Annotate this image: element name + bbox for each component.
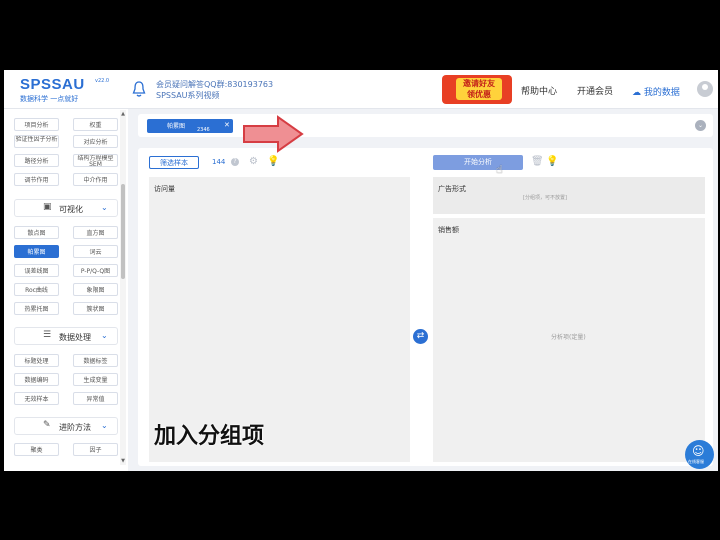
sidebar-item-wordcloud[interactable]: 词云 — [73, 245, 118, 258]
chat-label: 在线客服 — [688, 459, 704, 464]
image-icon: ▣ — [43, 202, 52, 212]
section-label: 可视化 — [59, 205, 83, 214]
pointer-arrow-icon — [243, 115, 304, 153]
sidebar-item-error-bar[interactable]: 误差线图 — [14, 264, 59, 277]
logo[interactable]: SPSSAU v22.0 数据科学 一点就好 — [20, 76, 109, 104]
sidebar-item-item-analysis[interactable]: 项目分析 — [14, 118, 59, 131]
chevron-down-icon: ⌄ — [101, 331, 108, 340]
sidebar-item-histogram[interactable]: 直方图 — [73, 226, 118, 239]
sidebar-item-mediation[interactable]: 中介作用 — [73, 173, 118, 186]
video-series-link[interactable]: SPSSAU系列视频 — [156, 90, 273, 101]
sidebar-item-data-encoding[interactable]: 数据编码 — [14, 373, 59, 386]
analysis-item-drop-zone[interactable]: 销售额 分析项(定量) — [433, 218, 705, 462]
logo-title: SPSSAU — [20, 76, 85, 93]
list-icon: ☰ — [43, 330, 52, 340]
variable-item[interactable]: 访问量 — [154, 184, 175, 194]
qq-group-link[interactable]: 会员疑问解答QQ群:830193763 — [156, 79, 273, 90]
contact-info: 会员疑问解答QQ群:830193763 SPSSAU系列视频 — [156, 79, 273, 101]
section-label: 数据处理 — [59, 333, 91, 342]
paperclip-icon: ✎ — [43, 420, 51, 430]
sidebar-item-factor[interactable]: 因子 — [73, 443, 118, 456]
nav-membership[interactable]: 开通会员 — [577, 84, 613, 97]
filter-sample-button[interactable]: 筛选样本 — [149, 156, 199, 169]
app-window: SPSSAU v22.0 数据科学 一点就好 会员疑问解答QQ群:8301937… — [4, 70, 718, 471]
group-variable[interactable]: 广告形式 — [438, 184, 466, 194]
swap-icon[interactable]: ⇄ — [413, 329, 428, 344]
bell-icon[interactable] — [132, 80, 146, 98]
promo-banner[interactable]: 邀请好友 领优惠 — [442, 75, 512, 104]
sidebar-item-pp-qq[interactable]: P-P/Q-Q图 — [73, 264, 118, 277]
my-data-label: 我的数据 — [643, 88, 680, 98]
chat-icon: ☺ — [692, 444, 705, 458]
analysis-hint: 分析项(定量) — [551, 334, 586, 341]
sidebar: 项目分析 权重 验证性因子分析 对应分析 路径分析 结构方程模型SEM 调节作用… — [4, 109, 128, 471]
sidebar-item-weight[interactable]: 权重 — [73, 118, 118, 131]
trash-icon[interactable]: 🗑 — [531, 156, 544, 167]
sidebar-item-heat-pareto[interactable]: 热累托图 — [14, 302, 59, 315]
sidebar-item-data-label[interactable]: 数据标签 — [73, 354, 118, 367]
sidebar-item-title-processing[interactable]: 标题处理 — [14, 354, 59, 367]
nav-help-center[interactable]: 帮助中心 — [521, 84, 557, 97]
analysis-variable[interactable]: 销售额 — [438, 225, 459, 235]
promo-text: 邀请好友 领优惠 — [456, 78, 502, 100]
scroll-up-icon[interactable]: ▲ — [120, 111, 126, 117]
start-analysis-button[interactable]: 开始分析 — [433, 155, 523, 170]
section-label: 进阶方法 — [59, 423, 91, 432]
section-data-processing[interactable]: ☰ 数据处理 ⌄ — [14, 327, 118, 345]
sidebar-scrollbar[interactable] — [120, 110, 126, 465]
help-icon[interactable]: ? — [231, 158, 239, 166]
sidebar-item-roc[interactable]: Roc曲线 — [14, 283, 59, 296]
sidebar-item-cluster[interactable]: 聚类 — [14, 443, 59, 456]
scrollbar-thumb[interactable] — [121, 184, 125, 279]
sidebar-item-scatter[interactable]: 散点图 — [14, 226, 59, 239]
chevron-down-icon[interactable]: ⌄ — [695, 120, 706, 131]
chevron-down-icon: ⌄ — [101, 203, 108, 212]
sidebar-item-pareto[interactable]: 帕累图 — [14, 245, 59, 258]
promo-line1: 邀请好友 — [463, 79, 495, 88]
section-advanced-methods[interactable]: ✎ 进阶方法 ⌄ — [14, 417, 118, 435]
chevron-down-icon: ⌄ — [101, 421, 108, 430]
tab-bar: 帕累图 2346 ✕ ⌄ — [138, 114, 713, 137]
close-icon[interactable]: ✕ — [224, 121, 230, 129]
sidebar-item-sem[interactable]: 结构方程模型SEM — [73, 154, 118, 167]
sidebar-item-moderation[interactable]: 调节作用 — [14, 173, 59, 186]
settings-icon[interactable]: ⚙ — [249, 156, 258, 167]
section-visualization[interactable]: ▣ 可视化 ⌄ — [14, 199, 118, 217]
top-header: SPSSAU v22.0 数据科学 一点就好 会员疑问解答QQ群:8301937… — [4, 70, 718, 109]
sidebar-item-correspondence[interactable]: 对应分析 — [73, 135, 118, 148]
cloud-icon: ☁ — [632, 88, 641, 98]
sample-count: 144 — [212, 158, 226, 166]
group-drop-zone[interactable]: 广告形式 [分组项，可不放置] — [433, 177, 705, 214]
scroll-down-icon[interactable]: ▼ — [120, 458, 126, 464]
promo-line2: 领优惠 — [467, 90, 491, 99]
sidebar-item-path-analysis[interactable]: 路径分析 — [14, 154, 59, 167]
sidebar-item-invalid-sample[interactable]: 无效样本 — [14, 392, 59, 405]
sidebar-item-generate-variable[interactable]: 生成变量 — [73, 373, 118, 386]
lightbulb-icon[interactable]: 💡 — [267, 156, 279, 167]
tab-count: 2346 — [197, 127, 210, 133]
sidebar-item-cfa[interactable]: 验证性因子分析 — [14, 135, 59, 148]
logo-slogan: 数据科学 一点就好 — [20, 95, 79, 103]
video-subtitle: 加入分组项 — [154, 424, 265, 449]
chat-button[interactable]: ☺ 在线客服 — [685, 440, 714, 469]
sidebar-item-quadrant[interactable]: 象限图 — [73, 283, 118, 296]
avatar[interactable] — [697, 81, 713, 97]
lightbulb-icon[interactable]: 💡 — [546, 156, 558, 167]
logo-version: v22.0 — [95, 78, 110, 84]
tab-pareto[interactable]: 帕累图 2346 ✕ — [147, 119, 233, 133]
tab-label: 帕累图 — [167, 123, 186, 130]
hand-cursor-icon: ☝ — [496, 163, 503, 176]
group-hint: [分组项，可不放置] — [523, 195, 567, 201]
sidebar-item-outlier[interactable]: 异常值 — [73, 392, 118, 405]
sidebar-item-cluster-chart[interactable]: 簇状图 — [73, 302, 118, 315]
my-data-link[interactable]: ☁ 我的数据 — [632, 85, 680, 98]
